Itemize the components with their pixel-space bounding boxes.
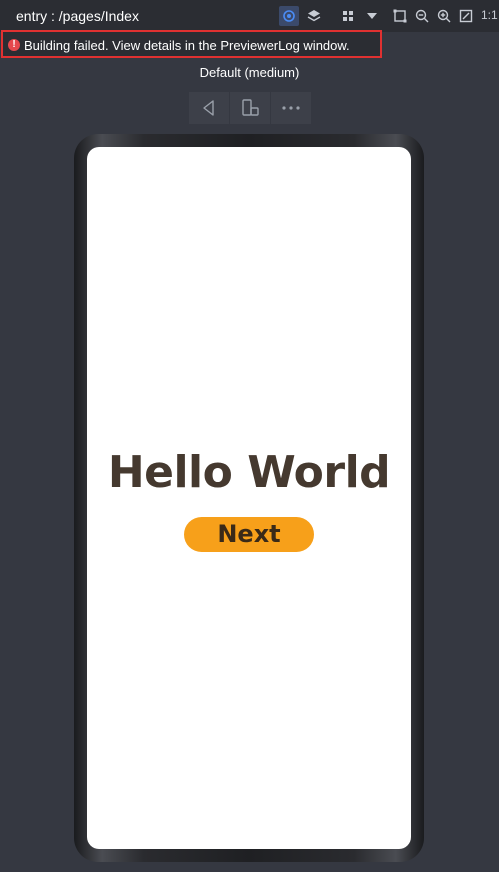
dropdown-icon[interactable] <box>362 6 382 26</box>
build-error-banner[interactable]: ! Building failed. View details in the P… <box>1 30 382 58</box>
components-icon[interactable] <box>338 6 358 26</box>
error-message: Building failed. View details in the Pre… <box>24 38 350 53</box>
inspector-icon[interactable] <box>279 6 299 26</box>
previewer-toolbar: entry : /pages/Index 1:1 <box>0 0 499 32</box>
rotate-icon[interactable] <box>230 92 270 124</box>
previewer-window: entry : /pages/Index 1:1 ! Building fail… <box>0 0 499 872</box>
page-path-title: entry : /pages/Index <box>16 8 139 24</box>
device-label: Default (medium) <box>199 65 300 80</box>
back-icon[interactable] <box>189 92 229 124</box>
next-button[interactable]: Next <box>184 517 314 552</box>
fit-icon[interactable] <box>456 6 476 26</box>
phone-frame: Hello World Next <box>74 134 424 862</box>
layers-icon[interactable] <box>304 6 324 26</box>
error-icon: ! <box>8 39 20 51</box>
phone-screen: Hello World Next <box>87 147 411 849</box>
zoom-in-icon[interactable] <box>434 6 454 26</box>
scale-ratio-button[interactable]: 1:1 <box>481 8 498 22</box>
more-icon[interactable] <box>271 92 311 124</box>
zoom-out-icon[interactable] <box>412 6 432 26</box>
frame-icon[interactable] <box>390 6 410 26</box>
device-controls <box>189 92 311 124</box>
hello-world-title: Hello World <box>107 447 391 498</box>
